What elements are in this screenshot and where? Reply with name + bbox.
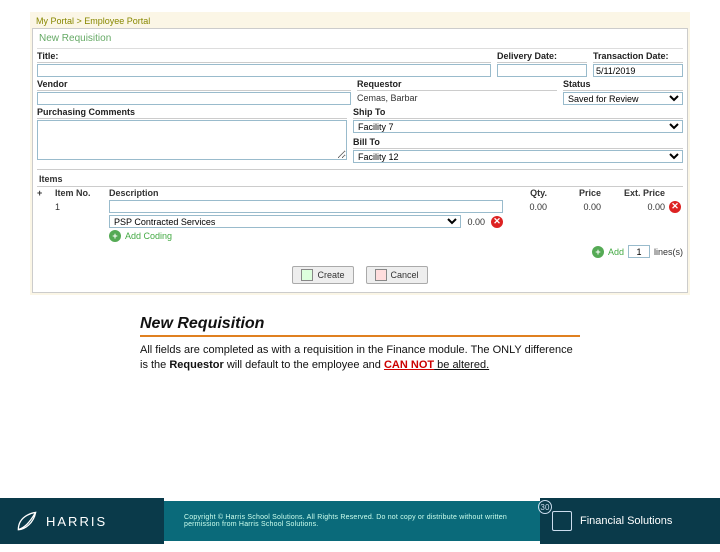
add-link[interactable]: Add xyxy=(608,247,624,257)
requestor-value: Cemas, Barbar xyxy=(357,92,557,103)
item-desc-input[interactable] xyxy=(109,200,503,213)
brand-logo: HARRIS xyxy=(0,498,164,544)
requestor-label: Requestor xyxy=(357,79,557,91)
desc-type-select[interactable]: PSP Contracted Services xyxy=(109,215,461,228)
col-price: Price xyxy=(551,188,601,198)
item-row: 1 0.00 0.00 0.00 ✕ xyxy=(37,199,683,214)
status-select[interactable]: Saved for Review xyxy=(563,92,683,105)
item-number: 1 xyxy=(55,202,105,212)
brand-name: HARRIS xyxy=(46,514,107,529)
shipto-select[interactable]: Facility 7 xyxy=(353,120,683,133)
item-price: 0.00 xyxy=(551,202,601,212)
delivery-date-input[interactable] xyxy=(497,64,587,77)
slide-body: All fields are completed as with a requi… xyxy=(140,343,580,373)
desc-amount: 0.00 xyxy=(467,217,485,227)
financial-solutions-block: Financial Solutions xyxy=(540,498,720,544)
shipto-label: Ship To xyxy=(353,107,683,119)
purchasing-comments-input[interactable] xyxy=(37,120,347,160)
col-ext: Ext. Price xyxy=(605,188,665,198)
col-expand: + xyxy=(37,188,51,198)
lines-label: lines(s) xyxy=(654,247,683,257)
status-label: Status xyxy=(563,79,683,91)
vendor-input[interactable] xyxy=(37,92,351,105)
requisition-form: My Portal > Employee Portal New Requisit… xyxy=(30,12,690,295)
add-line-qty-input[interactable] xyxy=(628,245,650,258)
billto-select[interactable]: Facility 12 xyxy=(353,150,683,163)
footer: HARRIS Copyright © Harris School Solutio… xyxy=(0,498,720,544)
col-qty: Qty. xyxy=(507,188,547,198)
transaction-date-label: Transaction Date: xyxy=(593,51,683,63)
slide-heading: New Requisition xyxy=(140,315,580,337)
add-coding-link[interactable]: Add Coding xyxy=(125,231,172,241)
delete-desc-icon[interactable]: ✕ xyxy=(491,216,503,228)
col-itemno: Item No. xyxy=(55,188,105,198)
cancel-button[interactable]: Cancel xyxy=(366,266,428,284)
vendor-label: Vendor xyxy=(37,79,351,91)
col-desc: Description xyxy=(109,188,503,198)
transaction-date-input[interactable] xyxy=(593,64,683,77)
leaf-icon xyxy=(14,508,40,534)
title-label: Title: xyxy=(37,51,491,63)
items-header: Items xyxy=(37,169,683,187)
cancel-icon xyxy=(375,269,387,281)
billto-label: Bill To xyxy=(353,137,683,149)
add-coding-icon[interactable]: + xyxy=(109,230,121,242)
slide-text: New Requisition All fields are completed… xyxy=(120,315,600,373)
fs-icon xyxy=(552,511,572,531)
page-number: 30 xyxy=(535,500,552,514)
delivery-date-label: Delivery Date: xyxy=(497,51,587,63)
delete-row-icon[interactable]: ✕ xyxy=(669,201,681,213)
copyright-bar: Copyright © Harris School Solutions. All… xyxy=(164,501,540,541)
purchasing-comments-label: Purchasing Comments xyxy=(37,107,347,119)
create-icon xyxy=(301,269,313,281)
item-qty: 0.00 xyxy=(507,202,547,212)
create-button[interactable]: Create xyxy=(292,266,353,284)
add-line-icon[interactable]: + xyxy=(592,246,604,258)
item-ext: 0.00 xyxy=(605,202,665,212)
title-input[interactable] xyxy=(37,64,491,77)
breadcrumb[interactable]: My Portal > Employee Portal xyxy=(32,14,688,28)
panel-title: New Requisition xyxy=(37,31,683,49)
